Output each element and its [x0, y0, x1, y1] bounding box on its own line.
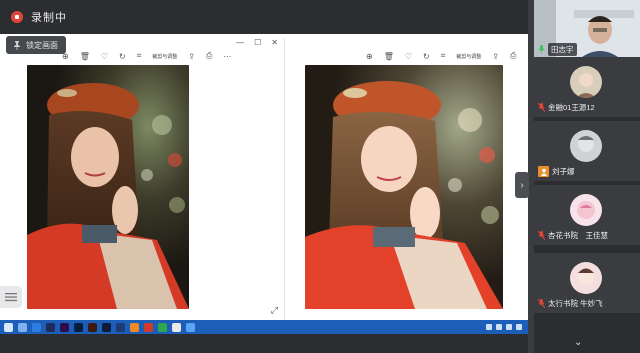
lock-screen-button[interactable]: 锁定画面: [6, 36, 66, 54]
photo-edited: [305, 65, 503, 309]
avatar: [570, 130, 602, 162]
delete-icon[interactable]: 🗑: [80, 52, 90, 61]
print-icon[interactable]: ⎙: [206, 51, 212, 61]
windows-taskbar: [0, 320, 528, 334]
app-icon-2[interactable]: [116, 322, 125, 332]
rotate-icon[interactable]: ↻: [119, 52, 126, 61]
avatar-image: [570, 194, 602, 226]
zoom-in-icon[interactable]: ⊕: [366, 52, 373, 61]
participant-label: 太行书院 牛妙飞: [538, 298, 603, 309]
window-controls: — ☐ ✕: [236, 38, 278, 47]
photos-app-icon[interactable]: [186, 322, 195, 332]
chevron-down-icon[interactable]: ⌄: [574, 337, 582, 348]
favorite-icon[interactable]: ♡: [101, 52, 108, 61]
photo-viewer-left: — ☐ ✕ ⊕ 🗑 ♡ ↻ ⌗ 裁剪与调整 ⇪ ⎙ ⋯ ⤢: [0, 38, 285, 320]
search-icon[interactable]: [18, 322, 27, 332]
edit-label[interactable]: 裁剪与调整: [456, 53, 481, 60]
photo-original: [27, 65, 189, 309]
fullscreen-icon[interactable]: ⤢: [271, 305, 278, 316]
participant-panel: 田志宇 金融01王源12 刘子娜 杏花书院 王佳慧 太行书院 牛妙飞 ⌄: [534, 0, 640, 353]
participant-label: 金融01王源12: [538, 102, 595, 113]
record-stop-icon[interactable]: [11, 11, 23, 23]
viewer-toolbar-left: ⊕ 🗑 ♡ ↻ ⌗ 裁剪与调整 ⇪ ⎙ ⋯: [62, 50, 231, 62]
collapse-panel-button[interactable]: ›: [515, 172, 529, 198]
participant-label: 刘子娜: [538, 166, 575, 177]
photoshop-icon[interactable]: [74, 322, 83, 332]
recording-status: 录制中: [31, 12, 67, 24]
tray-icon-1[interactable]: [486, 324, 492, 330]
start-icon[interactable]: [4, 322, 13, 332]
mic-muted-icon: [538, 231, 545, 240]
illustrator-icon[interactable]: [88, 322, 97, 332]
participant-tile[interactable]: 金融01王源12: [534, 57, 640, 117]
avatar: [570, 194, 602, 226]
participant-tile-video[interactable]: 田志宇: [534, 0, 640, 60]
rotate-icon[interactable]: ↻: [423, 52, 430, 61]
participant-label: 杏花书院 王佳慧: [538, 230, 608, 241]
recording-bar: 录制中: [0, 0, 528, 34]
mic-on-icon: [538, 45, 545, 54]
app-icon-5[interactable]: [158, 322, 167, 332]
viewer-toolbar-right: ⊕ 🗑 ♡ ↻ ⌗ 裁剪与调整 ⇪ ⎙: [366, 50, 516, 62]
app-icon-1[interactable]: [46, 322, 55, 332]
maximize-icon[interactable]: ☐: [254, 38, 261, 47]
more-icon[interactable]: ⋯: [223, 52, 231, 61]
minimize-icon[interactable]: —: [236, 38, 244, 47]
photo-viewer-right: ⊕ 🗑 ♡ ↻ ⌗ 裁剪与调整 ⇪ ⎙: [286, 38, 528, 320]
participant-name: 杏花书院 王佳慧: [548, 231, 608, 240]
print-icon[interactable]: ⎙: [510, 51, 516, 61]
close-icon[interactable]: ✕: [271, 38, 278, 47]
premiere-icon[interactable]: [60, 322, 69, 332]
app-icon-3[interactable]: [130, 322, 139, 332]
mic-muted-icon: [538, 103, 545, 112]
tray-icon-3[interactable]: [506, 324, 512, 330]
avatar: [570, 66, 602, 98]
participant-name: 太行书院 牛妙飞: [548, 299, 603, 308]
hamburger-menu-button[interactable]: [0, 286, 22, 308]
participant-name: 刘子娜: [552, 167, 575, 176]
bottom-strip: [0, 334, 528, 353]
participant-name: 田志宇: [548, 43, 577, 56]
avatar-image: [570, 130, 602, 162]
tray-icon-2[interactable]: [496, 324, 502, 330]
edit-label[interactable]: 裁剪与调整: [152, 53, 177, 60]
portrait-image-edited: [305, 65, 503, 309]
lightroom-icon[interactable]: [102, 322, 111, 332]
chevron-right-icon: ›: [520, 179, 524, 191]
tray-icon-4[interactable]: [516, 324, 522, 330]
avatar-image: [570, 262, 602, 294]
lock-screen-label: 锁定画面: [26, 40, 58, 50]
app-icon-4[interactable]: [144, 322, 153, 332]
crop-icon[interactable]: ⌗: [137, 51, 142, 61]
portrait-image: [27, 65, 189, 309]
menu-icon: [5, 293, 17, 302]
participant-label: 田志宇: [538, 43, 577, 56]
avatar: [570, 262, 602, 294]
mic-muted-icon: [538, 299, 545, 308]
participant-name: 金融01王源12: [548, 103, 595, 112]
avatar-image: [570, 66, 602, 98]
crop-icon[interactable]: ⌗: [441, 51, 446, 61]
pin-icon: [14, 41, 20, 50]
share-icon[interactable]: ⇪: [188, 52, 195, 61]
delete-icon[interactable]: 🗑: [384, 52, 394, 61]
participant-tile[interactable]: 刘子娜: [534, 121, 640, 181]
app-icon-6[interactable]: [172, 322, 181, 332]
share-icon[interactable]: ⇪: [492, 52, 499, 61]
favorite-icon[interactable]: ♡: [405, 52, 412, 61]
meeting-window: 录制中 锁定画面 — ☐ ✕ ⊕ 🗑 ♡ ↻ ⌗ 裁剪与调整 ⇪ ⎙ ⋯ ⤢ ⊕…: [0, 0, 640, 353]
system-tray: [486, 324, 522, 330]
participant-tile[interactable]: 太行书院 牛妙飞: [534, 253, 640, 313]
participant-tile[interactable]: 杏花书院 王佳慧: [534, 185, 640, 245]
user-icon: [538, 166, 549, 177]
edge-icon[interactable]: [32, 322, 41, 332]
